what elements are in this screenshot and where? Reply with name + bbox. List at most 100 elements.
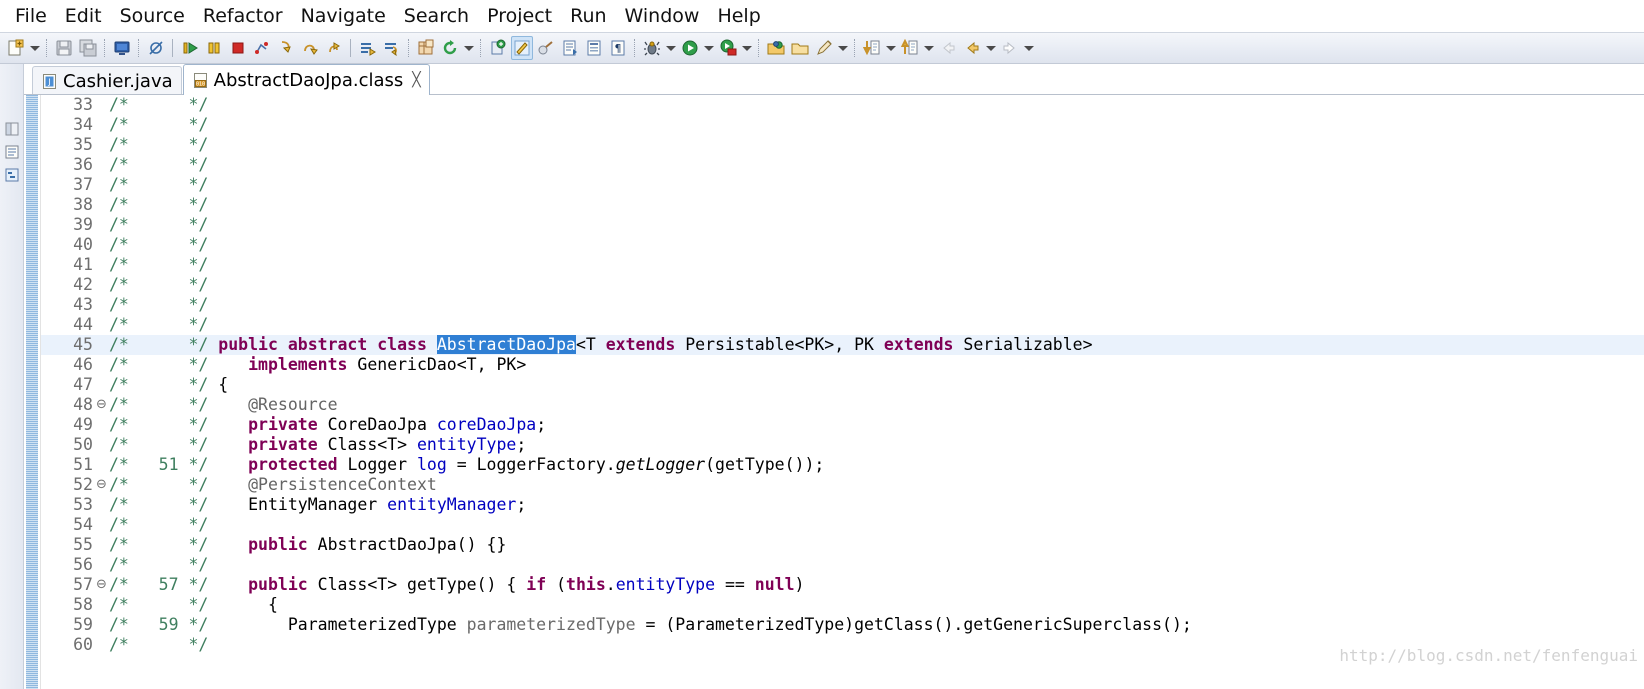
source-text[interactable]: /* *//* *//* *//* *//* *//* *//* *//* */… (109, 95, 1644, 689)
code-line[interactable]: /* */ public abstract class AbstractDaoJ… (109, 335, 1644, 355)
editor-tab-label: AbstractDaoJpa.class (213, 69, 404, 91)
suspend-icon[interactable] (203, 36, 225, 60)
disconnect-icon[interactable] (251, 36, 273, 60)
new-java-project-icon[interactable] (415, 36, 437, 60)
outline-view-icon[interactable] (2, 165, 22, 185)
previous-annotation-icon[interactable] (899, 36, 921, 60)
code-line[interactable]: /* 59 */ ParameterizedType parameterized… (109, 615, 1644, 635)
code-line[interactable]: /* */ (109, 135, 1644, 155)
debug-dropdown-arrow[interactable] (664, 36, 678, 60)
next-annotation-icon[interactable] (861, 36, 883, 60)
code-line[interactable]: /* */ @Resource (109, 395, 1644, 415)
menu-refactor[interactable]: Refactor (194, 0, 292, 32)
refresh-icon[interactable] (439, 36, 461, 60)
save-icon[interactable] (53, 36, 75, 60)
code-line[interactable]: /* */ private CoreDaoJpa coreDaoJpa; (109, 415, 1644, 435)
menu-navigate[interactable]: Navigate (292, 0, 395, 32)
code-line[interactable]: /* */ (109, 555, 1644, 575)
code-line[interactable]: /* */ (109, 195, 1644, 215)
code-token: private (248, 415, 318, 434)
new-wizard-dropdown-arrow[interactable] (28, 36, 42, 60)
save-all-icon[interactable] (77, 36, 99, 60)
restore-perspective-icon[interactable] (2, 119, 22, 139)
new-console-icon[interactable] (111, 36, 133, 60)
menu-window[interactable]: Window (616, 0, 709, 32)
step-over-icon[interactable] (299, 36, 321, 60)
annotation-ruler[interactable] (24, 95, 41, 689)
code-line[interactable]: /* */ implements GenericDao<T, PK> (109, 355, 1644, 375)
next-annotation-dropdown-arrow[interactable] (884, 36, 898, 60)
new-wizard-icon[interactable] (5, 36, 27, 60)
previous-annotation-dropdown-arrow[interactable] (922, 36, 936, 60)
back-dropdown-arrow[interactable] (984, 36, 998, 60)
menu-file[interactable]: File (6, 0, 56, 32)
forward-dropdown-arrow[interactable] (1022, 36, 1036, 60)
open-package-icon[interactable] (789, 36, 811, 60)
pencil-dropdown-arrow[interactable] (836, 36, 850, 60)
back-icon[interactable] (961, 36, 983, 60)
refresh-dropdown-arrow[interactable] (462, 36, 476, 60)
toolbar-separator (854, 39, 856, 57)
code-line[interactable]: /* */ (109, 315, 1644, 335)
forward-icon[interactable] (999, 36, 1021, 60)
code-line[interactable]: /* */ { (109, 595, 1644, 615)
drop-to-frame-icon[interactable] (381, 36, 403, 60)
menu-run[interactable]: Run (561, 0, 615, 32)
menu-edit[interactable]: Edit (56, 0, 111, 32)
code-line[interactable]: /* */ (109, 255, 1644, 275)
package-explorer-icon[interactable] (2, 142, 22, 162)
code-line[interactable]: /* */ (109, 155, 1644, 175)
code-line[interactable]: /* 57 */ public Class<T> getType() { if … (109, 575, 1644, 595)
external-tools-icon[interactable] (535, 36, 557, 60)
menu-help[interactable]: Help (708, 0, 769, 32)
code-token: = (ParameterizedType)getClass().getGener… (635, 615, 1192, 634)
fold-toggle-icon[interactable]: ⊖ (95, 475, 109, 495)
instruction-stepping-icon[interactable] (357, 36, 379, 60)
open-task-icon[interactable] (559, 36, 581, 60)
code-viewport[interactable]: 33 34 35 36 37 38 39 40 41 42 43 44 45 46 47 48 49 50 51 52… (24, 95, 1644, 689)
fold-toggle-icon[interactable]: ⊖ (95, 575, 109, 595)
code-line[interactable]: /* */ (109, 635, 1644, 655)
code-line[interactable]: /* */ (109, 275, 1644, 295)
code-line[interactable]: /* 51 */ protected Logger log = LoggerFa… (109, 455, 1644, 475)
toggle-mark-occurrences-icon[interactable] (511, 36, 533, 60)
fold-spacer (95, 335, 109, 355)
code-line[interactable]: /* */ EntityManager entityManager; (109, 495, 1644, 515)
menu-project[interactable]: Project (478, 0, 561, 32)
code-line[interactable]: /* */ @PersistenceContext (109, 475, 1644, 495)
step-into-icon[interactable] (275, 36, 297, 60)
open-folder-icon[interactable] (765, 36, 787, 60)
code-line[interactable]: /* */ (109, 235, 1644, 255)
debug-icon[interactable] (641, 36, 663, 60)
fold-toggle-icon[interactable]: ⊖ (95, 395, 109, 415)
open-type-icon[interactable] (487, 36, 509, 60)
code-line[interactable]: /* */ (109, 175, 1644, 195)
document-outline-icon[interactable] (583, 36, 605, 60)
terminate-icon[interactable] (227, 36, 249, 60)
code-line[interactable]: /* */ (109, 115, 1644, 135)
code-line[interactable]: /* */ (109, 95, 1644, 115)
pencil-icon[interactable] (813, 36, 835, 60)
run-last-tool-dropdown-arrow[interactable] (740, 36, 754, 60)
code-line[interactable]: /* */ public AbstractDaoJpa() {} (109, 535, 1644, 555)
code-line[interactable]: /* */ { (109, 375, 1644, 395)
code-line[interactable]: /* */ (109, 215, 1644, 235)
menu-search[interactable]: Search (395, 0, 478, 32)
folding-ruler[interactable]: ⊖ ⊖ ⊖ (95, 95, 109, 689)
step-return-icon[interactable] (323, 36, 345, 60)
editor-tab-0[interactable]: J Cashier.java (32, 66, 182, 95)
editor-tab-1[interactable]: 010 AbstractDaoJpa.class ╳ (182, 64, 430, 95)
close-icon[interactable]: ╳ (412, 73, 420, 87)
run-last-tool-icon[interactable] (717, 36, 739, 60)
show-whitespace-icon[interactable]: ¶ (607, 36, 629, 60)
resume-icon[interactable] (179, 36, 201, 60)
run-icon[interactable] (679, 36, 701, 60)
code-line[interactable]: /* */ (109, 515, 1644, 535)
skip-breakpoints-icon[interactable] (145, 36, 167, 60)
run-dropdown-arrow[interactable] (702, 36, 716, 60)
menu-source[interactable]: Source (111, 0, 194, 32)
code-line[interactable]: /* */ (109, 295, 1644, 315)
code-line[interactable]: /* */ private Class<T> entityType; (109, 435, 1644, 455)
